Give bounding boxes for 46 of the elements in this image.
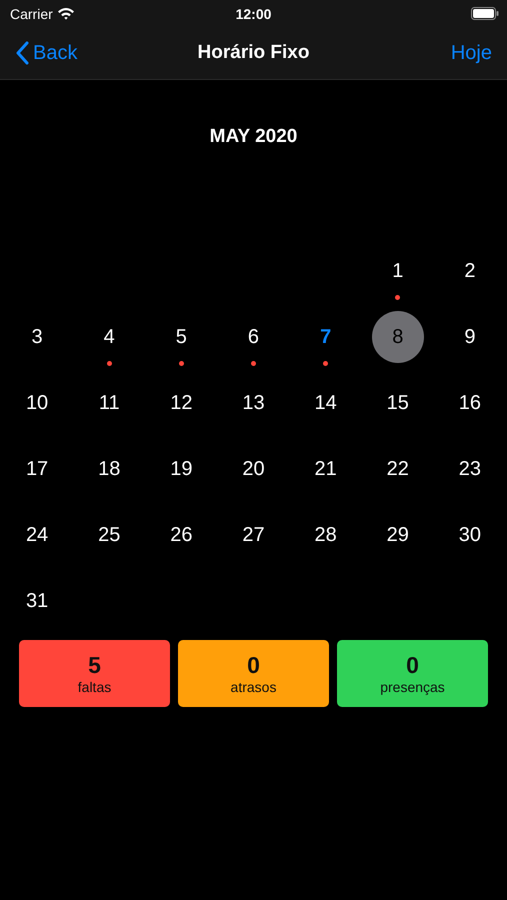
calendar-day[interactable]: 9 xyxy=(444,311,496,363)
calendar-day[interactable]: 27 xyxy=(227,509,280,561)
calendar-day[interactable]: 25 xyxy=(83,509,136,561)
calendar-day[interactable]: 17 xyxy=(11,443,64,495)
summary-label: presenças xyxy=(380,679,445,695)
calendar-day[interactable]: 19 xyxy=(155,443,208,495)
calendar-day[interactable]: 26 xyxy=(155,509,208,561)
calendar-day[interactable]: 14 xyxy=(300,377,352,429)
wifi-icon xyxy=(56,7,75,20)
calendar-day[interactable]: 13 xyxy=(227,377,280,429)
calendar-day[interactable]: 4 xyxy=(83,311,136,363)
summary-label: faltas xyxy=(78,679,112,695)
calendar-day[interactable]: 7 xyxy=(300,311,352,363)
calendar-day[interactable]: 15 xyxy=(372,377,424,429)
calendar-day[interactable]: 8 xyxy=(372,311,424,363)
calendar-day[interactable]: 21 xyxy=(300,443,352,495)
calendar-day[interactable]: 23 xyxy=(444,443,496,495)
calendar-day[interactable]: 2 xyxy=(444,245,496,297)
calendar-day[interactable]: 22 xyxy=(372,443,424,495)
calendar-day[interactable]: 20 xyxy=(227,443,280,495)
back-button[interactable]: Back xyxy=(15,41,78,65)
calendar-day[interactable]: 18 xyxy=(83,443,136,495)
calendar-day[interactable]: 12 xyxy=(155,377,208,429)
calendar-day[interactable]: 3 xyxy=(11,311,64,363)
calendar-day[interactable]: 11 xyxy=(83,377,136,429)
calendar-day[interactable]: 29 xyxy=(372,509,424,561)
calendar-day[interactable]: 31 xyxy=(11,575,64,627)
nav-title: Horário Fixo xyxy=(198,42,310,64)
carrier-label: Carrier xyxy=(10,6,53,22)
today-button[interactable]: Hoje xyxy=(450,42,492,64)
calendar-day[interactable]: 30 xyxy=(444,509,496,561)
summary-count: 5 xyxy=(88,652,101,679)
chevron-left-icon xyxy=(15,41,29,65)
summary-count: 0 xyxy=(247,652,260,679)
calendar-day[interactable]: 5 xyxy=(155,311,208,363)
calendar-day[interactable]: 24 xyxy=(11,509,64,561)
calendar-day[interactable]: 28 xyxy=(300,509,352,561)
calendar-day[interactable]: 16 xyxy=(444,377,496,429)
month-title: MAY 2020 xyxy=(210,126,298,148)
calendar-day[interactable]: 1 xyxy=(372,245,424,297)
calendar-day[interactable]: 10 xyxy=(11,377,64,429)
summary-count: 0 xyxy=(406,652,419,679)
summary-label: atrasos xyxy=(230,679,276,695)
status-time: 12:00 xyxy=(236,6,272,22)
battery-icon xyxy=(471,7,499,20)
calendar-day[interactable]: 6 xyxy=(227,311,280,363)
